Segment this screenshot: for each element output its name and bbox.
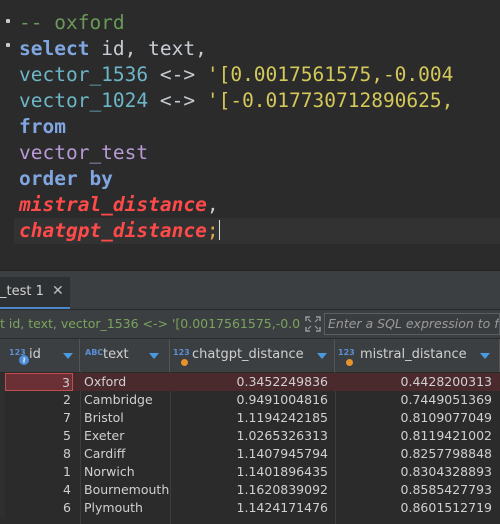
cell-chatgpt-distance[interactable]: 1.0265326313 <box>172 427 332 445</box>
select-columns: id, text, <box>89 37 207 60</box>
column-header-label: mistral_distance <box>360 347 467 362</box>
filter-expression-input[interactable]: Enter a SQL expression to fi <box>324 313 500 335</box>
keyword-from: from <box>19 115 66 138</box>
executed-query-text: t id, text, vector_1536 <-> '[0.00175615… <box>0 316 300 331</box>
table-row[interactable]: 2 Cambridge 0.9491004816 0.7449051369 <box>0 391 500 409</box>
key-icon: ⚷ <box>19 355 29 365</box>
code-line-order-col1: mistral_distance, <box>19 192 219 218</box>
cell-text[interactable]: Bournemouth <box>80 481 170 499</box>
editor-gutter <box>0 0 14 270</box>
keyword-select: select <box>19 37 90 60</box>
cell-mistral-distance[interactable]: 0.7449051369 <box>336 391 496 409</box>
cell-text[interactable]: Plymouth <box>80 499 170 517</box>
cell-mistral-distance[interactable]: 0.4428200313 <box>336 373 496 391</box>
cell-text[interactable]: Exeter <box>80 427 170 445</box>
keyword-order-by: order by <box>19 167 113 190</box>
column-vector-1024: vector_1024 <box>19 89 149 112</box>
cell-chatgpt-distance[interactable]: 1.1407945794 <box>172 445 332 463</box>
sort-dropdown-icon[interactable] <box>63 353 73 359</box>
expand-icon[interactable] <box>305 316 321 332</box>
comma: , <box>206 193 219 216</box>
unresolved-column-mistral: mistral_distance <box>19 193 207 216</box>
filter-bar: t id, text, vector_1536 <-> '[0.00175615… <box>0 310 500 338</box>
table-row[interactable]: 5 Exeter 1.0265326313 0.8119421002 <box>0 427 500 445</box>
cell-id[interactable]: 3 <box>5 373 73 391</box>
table-name: vector_test <box>19 141 149 164</box>
distance-operator: <-> <box>148 89 207 112</box>
cell-mistral-distance[interactable]: 0.8109077049 <box>336 409 496 427</box>
cell-id[interactable]: 4 <box>5 481 73 499</box>
results-tab[interactable]: _test 1 ✕ <box>0 277 70 309</box>
cell-mistral-distance[interactable]: 0.8119421002 <box>336 427 496 445</box>
column-header-chatgpt-distance[interactable]: 123 chatgpt_distance <box>170 339 335 372</box>
gutter-marker <box>6 19 10 23</box>
results-grid: 123 ⚷ id ABC text 123 chatgpt_distance 1… <box>0 339 500 524</box>
cell-text[interactable]: Cambridge <box>80 391 170 409</box>
cell-id[interactable]: 8 <box>5 445 73 463</box>
vector-literal: '[0.0017561575,-0.004 <box>206 63 454 86</box>
cell-mistral-distance[interactable]: 0.8601512719 <box>336 499 496 517</box>
cell-id[interactable]: 2 <box>5 391 73 409</box>
code-line-vector-1024: vector_1024 <-> '[-0.017730712890625, <box>19 88 453 114</box>
sql-comment: -- oxford <box>19 11 125 34</box>
results-tab-bar: _test 1 ✕ <box>0 277 500 310</box>
code-line-order-col2: chatgpt_distance; <box>19 218 220 244</box>
cell-id[interactable]: 1 <box>5 463 73 481</box>
cell-chatgpt-distance[interactable]: 0.3452249836 <box>172 373 332 391</box>
distance-operator: <-> <box>148 63 207 86</box>
table-row[interactable]: 8 Cardiff 1.1407945794 0.8257798848 <box>0 445 500 463</box>
semicolon: ; <box>206 219 219 242</box>
cell-chatgpt-distance[interactable]: 1.1620839092 <box>172 481 332 499</box>
cell-mistral-distance[interactable]: 0.8585427793 <box>336 481 496 499</box>
table-row[interactable]: 1 Norwich 1.1401896435 0.8304328893 <box>0 463 500 481</box>
panel-splitter[interactable] <box>0 270 500 277</box>
column-header-id[interactable]: 123 ⚷ id <box>5 339 80 372</box>
code-line-comment: -- oxford <box>19 10 125 36</box>
column-header-text[interactable]: ABC text <box>80 339 170 372</box>
gutter-marker <box>6 43 10 47</box>
code-line-select: select id, text, <box>19 36 207 62</box>
sort-dropdown-icon[interactable] <box>317 353 327 359</box>
numeric-type-icon: 123 <box>173 348 190 357</box>
table-row[interactable]: 4 Bournemouth 1.1620839092 0.8585427793 <box>0 481 500 499</box>
cell-chatgpt-distance[interactable]: 1.1194242185 <box>172 409 332 427</box>
column-header-label: chatgpt_distance <box>192 347 304 362</box>
column-header-mistral-distance[interactable]: 123 mistral_distance <box>335 339 500 372</box>
text-type-icon: ABC <box>85 348 104 357</box>
code-line-table: vector_test <box>19 140 148 166</box>
table-row[interactable]: 6 Plymouth 1.1424171476 0.8601512719 <box>0 499 500 517</box>
cell-text[interactable]: Norwich <box>80 463 170 481</box>
cell-id[interactable]: 7 <box>5 409 73 427</box>
nullable-indicator-icon <box>346 359 353 366</box>
column-header-label: text <box>103 347 129 362</box>
text-cursor <box>218 220 220 240</box>
cell-id[interactable]: 6 <box>5 499 73 517</box>
sql-editor[interactable]: -- oxford select id, text, vector_1536 <… <box>0 0 500 270</box>
vector-literal: '[-0.017730712890625, <box>206 89 454 112</box>
cell-mistral-distance[interactable]: 0.8304328893 <box>336 463 496 481</box>
cell-chatgpt-distance[interactable]: 1.1424171476 <box>172 499 332 517</box>
cell-chatgpt-distance[interactable]: 1.1401896435 <box>172 463 332 481</box>
code-line-vector-1536: vector_1536 <-> '[0.0017561575,-0.004 <box>19 62 453 88</box>
numeric-type-icon: 123 <box>338 348 355 357</box>
cell-text[interactable]: Oxford <box>80 373 170 391</box>
results-tab-label: _test 1 <box>0 284 44 299</box>
column-header-label: id <box>29 347 41 362</box>
table-row[interactable]: 7 Bristol 1.1194242185 0.8109077049 <box>0 409 500 427</box>
sort-dropdown-icon[interactable] <box>480 353 490 359</box>
close-icon[interactable]: ✕ <box>52 283 64 299</box>
unresolved-column-chatgpt: chatgpt_distance <box>19 219 207 242</box>
code-line-from: from <box>19 114 66 140</box>
cell-chatgpt-distance[interactable]: 0.9491004816 <box>172 391 332 409</box>
cell-mistral-distance[interactable]: 0.8257798848 <box>336 445 496 463</box>
grid-header: 123 ⚷ id ABC text 123 chatgpt_distance 1… <box>0 339 500 373</box>
code-line-order-by: order by <box>19 166 113 192</box>
nullable-indicator-icon <box>181 359 188 366</box>
cell-id[interactable]: 5 <box>5 427 73 445</box>
column-vector-1536: vector_1536 <box>19 63 149 86</box>
table-row[interactable]: 3 Oxford 0.3452249836 0.4428200313 <box>0 373 500 391</box>
cell-text[interactable]: Bristol <box>80 409 170 427</box>
cell-text[interactable]: Cardiff <box>80 445 170 463</box>
sort-dropdown-icon[interactable] <box>149 353 159 359</box>
